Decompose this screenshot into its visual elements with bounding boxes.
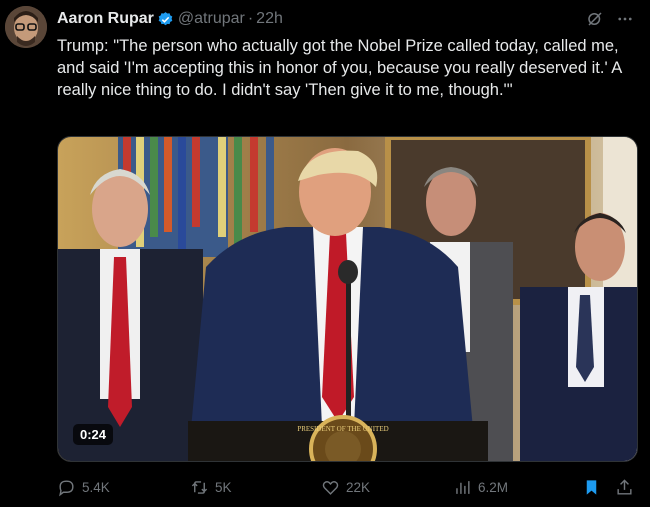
video-frame: PRESIDENT OF THE UNITED	[58, 137, 637, 461]
share-icon	[617, 478, 632, 495]
video-duration: 0:24	[73, 424, 114, 445]
repost-icon	[191, 480, 208, 494]
reply-button[interactable]: 5.4K	[57, 478, 110, 497]
reply-icon	[59, 479, 74, 496]
video-player[interactable]: PRESIDENT OF THE UNITED 0:24	[57, 136, 638, 462]
timestamp[interactable]: 22h	[256, 10, 283, 28]
like-icon	[322, 480, 339, 495]
views-icon	[456, 480, 470, 494]
bookmark-icon	[586, 479, 597, 495]
tweet-text: Trump: "The person who actually got the …	[57, 37, 622, 99]
like-button[interactable]: 22K	[321, 478, 370, 497]
tweet-header: Aaron Rupar @atrupar · 22h	[57, 9, 634, 29]
separator-dot: ·	[247, 10, 254, 27]
repost-count: 5K	[215, 479, 232, 495]
grok-icon[interactable]	[586, 10, 604, 28]
more-icon[interactable]	[616, 10, 634, 28]
like-count: 22K	[346, 479, 371, 495]
view-count: 6.2M	[478, 479, 509, 495]
repost-button[interactable]: 5K	[190, 478, 232, 497]
views-button[interactable]: 6.2M	[453, 478, 508, 497]
author-name[interactable]: Aaron Rupar	[57, 10, 154, 28]
author-handle[interactable]: @atrupar	[178, 10, 245, 28]
reply-count: 5.4K	[82, 479, 110, 495]
avatar[interactable]	[5, 6, 47, 48]
bookmark-button[interactable]	[582, 478, 601, 497]
share-button[interactable]	[615, 478, 634, 497]
verified-badge-icon	[158, 11, 173, 25]
action-bar: 5.4K 5K 22K 6.2M	[57, 476, 636, 498]
podium-seal-text: PRESIDENT OF THE UNITED	[297, 425, 388, 433]
